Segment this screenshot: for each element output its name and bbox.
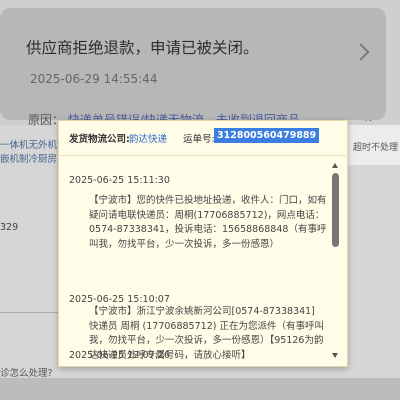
entry-time: 2025-06-25 15:11:30 — [69, 175, 170, 186]
entry-text: 【宁波市】您的快件已投地址投递，收件人：门口，如有疑问请电联快递员：周桐(177… — [89, 195, 327, 250]
product-number: 329 — [0, 222, 19, 233]
carrier-label: 发货物流公司: — [69, 134, 130, 145]
scroll-down-arrow-icon[interactable] — [332, 353, 338, 358]
scroll-up-arrow-icon[interactable] — [332, 163, 338, 168]
tracking-timeline[interactable]: 2025-06-25 15:11:30 【宁波市】您的快件已投地址投递，收件人：… — [59, 156, 333, 366]
timeout-notice: 超时不处理 — [346, 125, 400, 165]
timeout-text: 超时不处理 — [353, 143, 399, 153]
entry-time: 2025-06-25 15:10:07 — [69, 294, 170, 305]
product-title-line[interactable]: 嵌机制冷厨房出 — [0, 153, 58, 167]
entry-time: 2025-06-25 12:07:26 — [69, 350, 170, 361]
notification-toast[interactable]: 供应商拒绝退款，申请已被关闭。 2025-06-29 14:55:44 原因： … — [0, 8, 386, 127]
toast-time: 2025-06-29 14:55:44 — [30, 72, 158, 86]
faq-question[interactable]: 诊怎么处理? — [0, 365, 58, 379]
bottom-bar — [0, 378, 400, 400]
background-left-column: 一体机无外机党 嵌机制冷厨房出 329 — [0, 125, 58, 365]
scrollbar[interactable] — [331, 163, 341, 361]
toast-message: 供应商拒绝退款，申请已被关闭。 — [26, 39, 259, 57]
chevron-right-icon[interactable] — [352, 43, 370, 61]
carrier-value[interactable]: 韵达快递 — [129, 131, 167, 145]
logistics-header: 发货物流公司: 韵达快递 运单号: 312800560479889 — [59, 121, 349, 155]
divider — [0, 312, 58, 313]
product-title-line[interactable]: 一体机无外机党 — [0, 139, 58, 153]
logistics-popover: 发货物流公司: 韵达快递 运单号: 312800560479889 2025-0… — [58, 120, 349, 367]
tracking-number[interactable]: 312800560479889 — [214, 128, 320, 143]
scroll-thumb[interactable] — [332, 173, 339, 247]
tracking-label: 运单号: — [183, 134, 215, 145]
